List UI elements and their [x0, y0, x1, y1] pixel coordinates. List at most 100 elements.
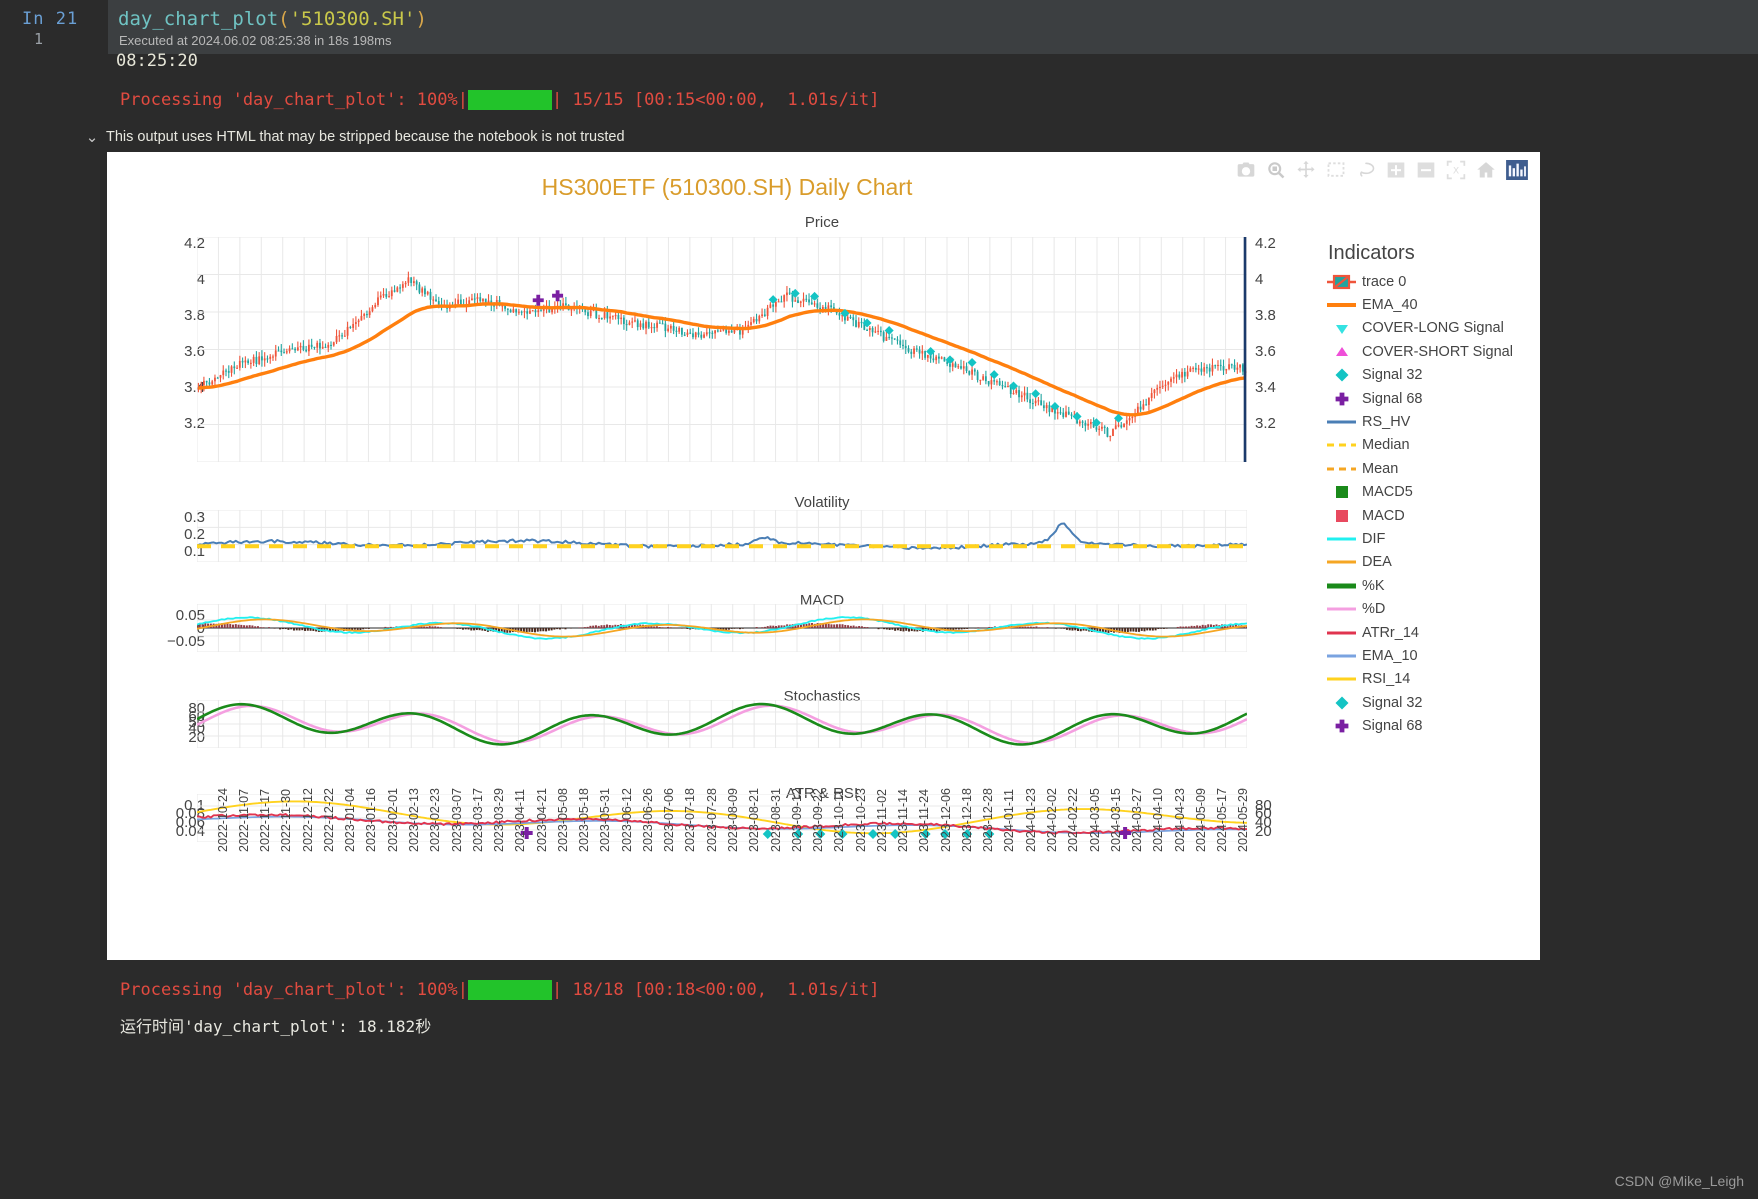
- zoom-out-icon[interactable]: [1416, 160, 1436, 180]
- zoom-in-icon[interactable]: [1386, 160, 1406, 180]
- legend-item-list[interactable]: trace 0 EMA_40 COVER-LONG Signal COVER-SHOR…: [1322, 270, 1542, 738]
- legend-item-signal-68[interactable]: Signal 68: [1322, 387, 1542, 410]
- legend-item-label: COVER-LONG Signal: [1362, 320, 1504, 337]
- legend-symbol-icon: [1322, 530, 1362, 548]
- x-axis-tick-label: 2023-10-23: [853, 788, 868, 852]
- legend-item-trace-0[interactable]: trace 0: [1322, 270, 1542, 293]
- x-axis-tick-label: 2023-07-28: [704, 788, 719, 852]
- x-axis-tick-label: 2023-02-23: [428, 788, 443, 852]
- legend-item-cover-long-signal[interactable]: COVER-LONG Signal: [1322, 317, 1542, 340]
- stochastics-panel-plot[interactable]: [197, 700, 1247, 748]
- legend-symbol-icon: [1322, 624, 1362, 642]
- legend-item-median[interactable]: Median: [1322, 434, 1542, 457]
- legend-item-d[interactable]: %D: [1322, 597, 1542, 620]
- x-axis-tick-label: 2023-07-06: [662, 788, 677, 852]
- code-function-name: day_chart_plot: [118, 8, 279, 30]
- plotly-logo-icon[interactable]: [1506, 160, 1528, 180]
- x-axis-tick-label: 2022-11-07: [236, 788, 251, 852]
- legend-symbol-icon: [1322, 507, 1362, 525]
- stoch-ytick-4: 20: [188, 729, 205, 746]
- code-string-argument: '510300.SH': [289, 8, 416, 30]
- x-axis-tick-label: 2023-05-31: [598, 788, 613, 852]
- legend-item-k[interactable]: %K: [1322, 574, 1542, 597]
- prompt-in-label: In: [22, 9, 45, 29]
- autoscale-icon[interactable]: X: [1446, 160, 1466, 180]
- price-ytick-right-5: 3.2: [1255, 415, 1276, 432]
- legend-item-signal-32[interactable]: Signal 32: [1322, 364, 1542, 387]
- legend-item-atrr-14[interactable]: ATRr_14: [1322, 621, 1542, 644]
- x-axis-tick-label: 2024-01-11: [1002, 788, 1017, 852]
- legend-item-rsi-14[interactable]: RSI_14: [1322, 668, 1542, 691]
- price-ytick-right-2: 3.8: [1255, 307, 1276, 324]
- x-axis-tick-label: 2024-03-27: [1130, 788, 1145, 852]
- code-editor[interactable]: day_chart_plot('510300.SH') Executed at …: [108, 0, 1758, 54]
- x-axis-tick-label: 2022-12-12: [300, 788, 315, 852]
- notebook-input-cell[interactable]: In 21 1 day_chart_plot('510300.SH') Exec…: [0, 0, 1758, 54]
- price-panel-plot[interactable]: [197, 237, 1247, 462]
- x-axis-tick-label: 2023-01-04: [343, 788, 358, 852]
- price-ytick-right-3: 3.6: [1255, 343, 1276, 360]
- legend-item-label: RS_HV: [1362, 414, 1411, 431]
- progress-prefix-top: Processing 'day_chart_plot': 100%|: [120, 90, 468, 110]
- legend-item-signal-68[interactable]: Signal 68: [1322, 714, 1542, 737]
- x-axis-tick-label: 2022-12-22: [321, 788, 336, 852]
- x-axis-tick-label: 2024-03-15: [1108, 788, 1123, 852]
- reset-axes-home-icon[interactable]: [1476, 160, 1496, 180]
- price-ytick-right-0: 4.2: [1255, 235, 1276, 252]
- x-axis-tick-label: 2023-09-12: [789, 788, 804, 852]
- legend-item-dif[interactable]: DIF: [1322, 527, 1542, 550]
- legend-item-ema-40[interactable]: EMA_40: [1322, 293, 1542, 316]
- rsi-ytick-right-3: 20: [1255, 823, 1272, 840]
- x-axis-tick-label: 2023-11-14: [896, 788, 911, 852]
- legend-item-cover-short-signal[interactable]: COVER-SHORT Signal: [1322, 340, 1542, 363]
- legend-item-label: Signal 32: [1362, 694, 1423, 711]
- legend-symbol-icon: [1322, 670, 1362, 688]
- chevron-down-icon[interactable]: ⌄: [78, 128, 106, 146]
- legend-symbol-icon: [1322, 717, 1362, 735]
- legend-item-macd[interactable]: MACD: [1322, 504, 1542, 527]
- progress-suffix-bottom: | 18/18 [00:18<00:00, 1.01s/it]: [552, 980, 880, 1000]
- legend-item-dea[interactable]: DEA: [1322, 551, 1542, 574]
- code-line[interactable]: day_chart_plot('510300.SH'): [118, 0, 1758, 32]
- price-ytick-4: 3.4: [184, 379, 205, 396]
- legend-item-rs-hv[interactable]: RS_HV: [1322, 410, 1542, 433]
- x-axis-tick-label: 2023-12-28: [981, 788, 996, 852]
- legend-item-signal-32[interactable]: Signal 32: [1322, 691, 1542, 714]
- svg-text:X: X: [1453, 165, 1459, 176]
- x-axis-tick-label: 2022-11-17: [258, 788, 273, 852]
- x-axis-tick-label: 2023-07-18: [683, 788, 698, 852]
- x-axis-tick-label: 2023-02-01: [385, 788, 400, 852]
- plotly-figure[interactable]: X HS300ETF (510300.SH) Daily Chart Price…: [107, 152, 1540, 960]
- legend-item-macd5[interactable]: MACD5: [1322, 481, 1542, 504]
- legend-symbol-icon: [1322, 577, 1362, 595]
- x-axis-tick-label: 2024-02-22: [1066, 788, 1081, 852]
- volatility-panel-plot[interactable]: [197, 510, 1247, 562]
- legend-symbol-icon: [1322, 343, 1362, 361]
- price-ytick-right-4: 3.4: [1255, 379, 1276, 396]
- legend-symbol-icon: [1322, 647, 1362, 665]
- x-axis-tick-label: 2023-02-13: [407, 788, 422, 852]
- legend-item-label: Signal 68: [1362, 390, 1423, 407]
- legend-item-label: DIF: [1362, 530, 1386, 547]
- x-axis-tick-label: 2023-03-17: [470, 788, 485, 852]
- legend-item-mean[interactable]: Mean: [1322, 457, 1542, 480]
- untrusted-output-banner[interactable]: ⌄ This output uses HTML that may be stri…: [0, 122, 1758, 152]
- lasso-select-icon[interactable]: [1356, 160, 1376, 180]
- x-axis-tick-label: 2023-11-02: [874, 788, 889, 852]
- legend-symbol-icon: [1322, 366, 1362, 384]
- subplot-title-price: Price: [804, 214, 840, 231]
- legend-item-ema-10[interactable]: EMA_10: [1322, 644, 1542, 667]
- legend-symbol-icon: [1322, 436, 1362, 454]
- x-axis-tick-label: 2023-08-31: [768, 788, 783, 852]
- x-axis-tick-label: 2024-03-05: [1087, 788, 1102, 852]
- chart-legend[interactable]: Indicators trace 0 EMA_40 COVER-LONG Signa…: [1322, 242, 1542, 738]
- prompt-exec-count: 21: [55, 9, 79, 29]
- progress-suffix-top: | 15/15 [00:15<00:00, 1.01s/it]: [552, 90, 880, 110]
- legend-item-label: Signal 32: [1362, 367, 1423, 384]
- price-ytick-2: 3.8: [184, 307, 205, 324]
- macd-ytick-2: −0.05: [167, 633, 205, 650]
- macd-panel-plot[interactable]: [197, 604, 1247, 652]
- legend-item-label: Mean: [1362, 460, 1399, 477]
- x-axis-tick-label: 2024-05-09: [1193, 788, 1208, 852]
- volatility-ytick-1: 0.2: [184, 526, 205, 543]
